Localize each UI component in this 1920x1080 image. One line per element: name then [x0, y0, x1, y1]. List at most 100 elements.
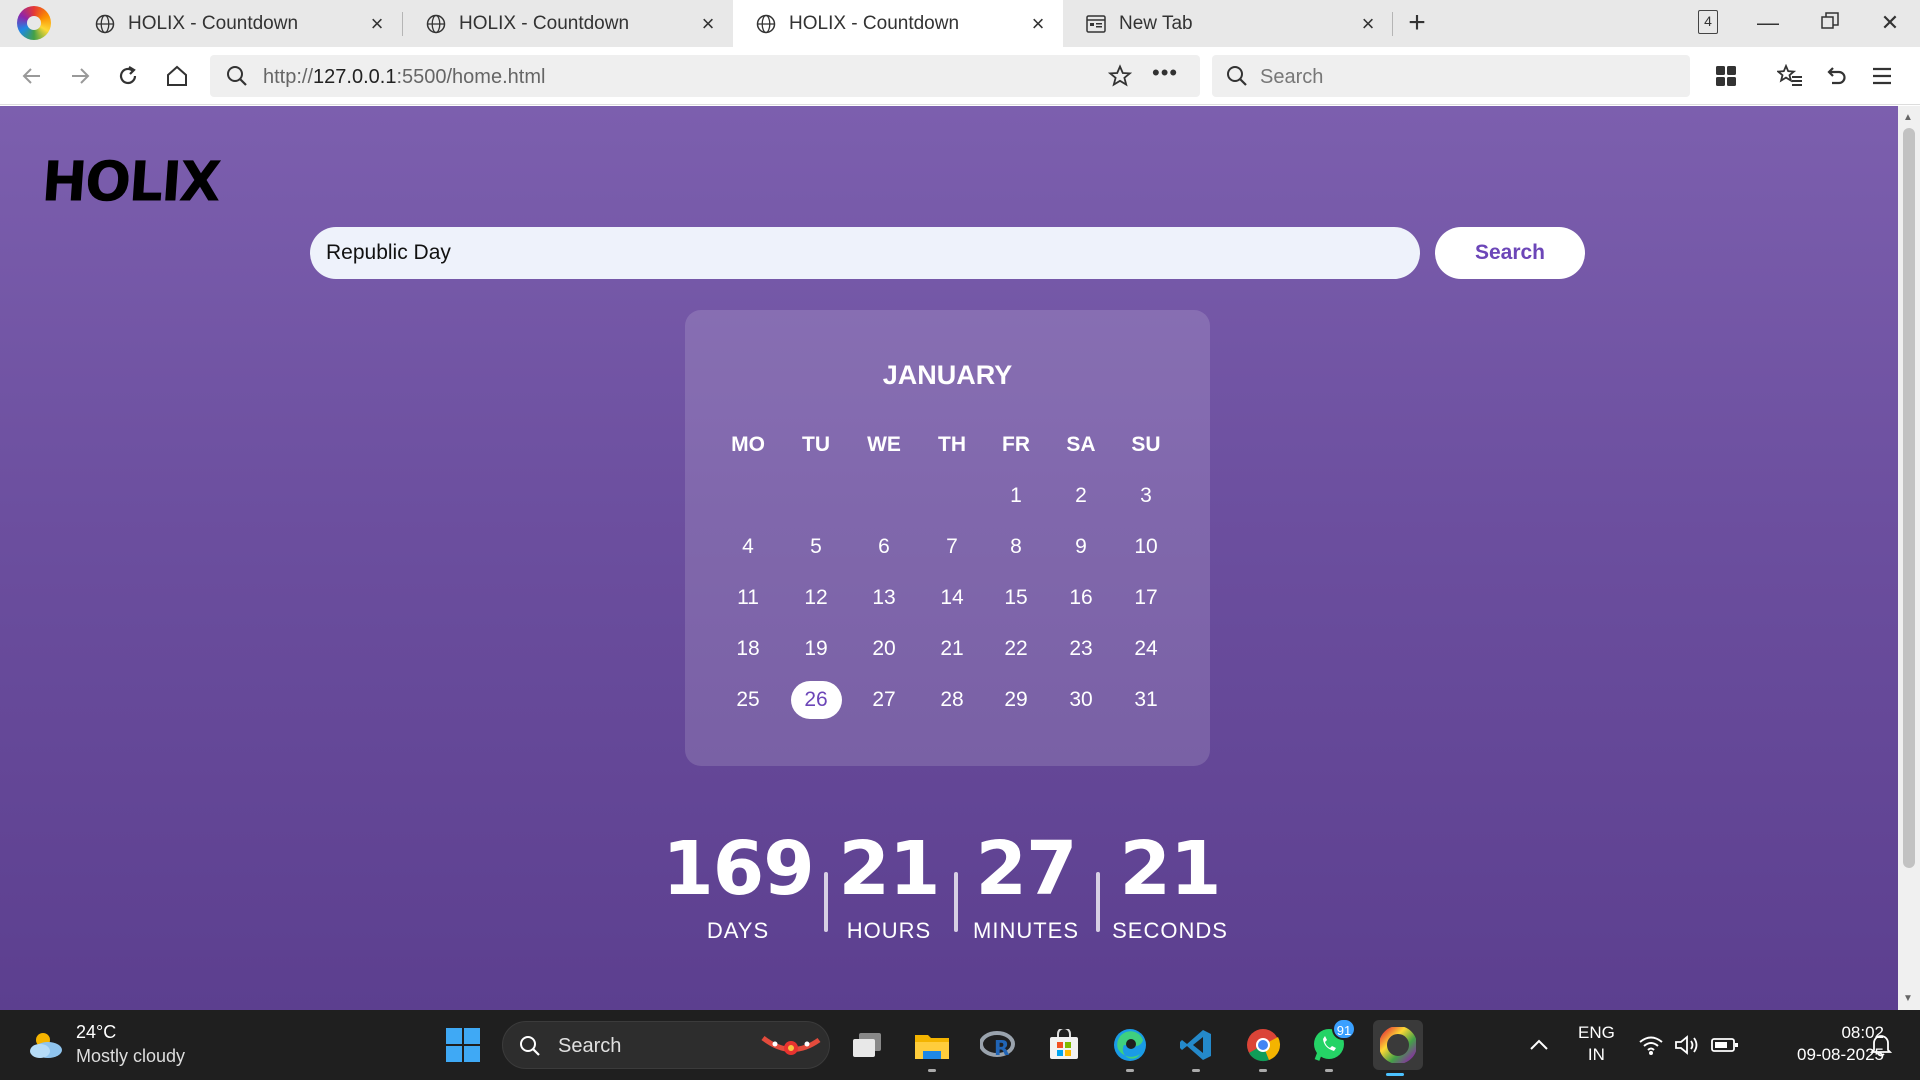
forward-icon[interactable]: [64, 60, 96, 92]
countdown-label: SECONDS: [1112, 918, 1228, 943]
close-tab-icon[interactable]: ×: [1357, 11, 1379, 36]
reload-icon[interactable]: [112, 60, 144, 92]
calendar-day[interactable]: 5: [784, 525, 848, 569]
task-view-icon[interactable]: [846, 1024, 888, 1066]
battery-icon[interactable]: [1704, 1024, 1746, 1066]
weather-description[interactable]: Mostly cloudy: [76, 1046, 185, 1067]
scroll-up-icon[interactable]: ▲: [1903, 112, 1913, 123]
bookmark-star-icon[interactable]: [1107, 64, 1133, 93]
rstudio-icon[interactable]: R: [977, 1024, 1019, 1066]
active-browser-app-icon[interactable]: [1373, 1020, 1423, 1076]
navigation-bar: http://127.0.0.1:5500/home.html ••• Sear…: [0, 47, 1920, 105]
favorites-list-icon[interactable]: [1774, 60, 1806, 92]
calendar-day[interactable]: 1: [984, 474, 1048, 518]
calendar-day[interactable]: 27: [852, 678, 916, 722]
browser-tab-1[interactable]: HOLIX - Countdown ×: [72, 0, 402, 47]
calendar-day[interactable]: 7: [920, 525, 984, 569]
calendar-day[interactable]: 24: [1114, 627, 1178, 671]
calendar-day-number: 15: [1004, 586, 1028, 609]
weather-temperature[interactable]: 24°C: [76, 1022, 116, 1043]
file-explorer-icon[interactable]: [911, 1024, 953, 1072]
countdown-days: 169 DAYS: [662, 826, 814, 944]
taskbar-search[interactable]: Search: [502, 1021, 830, 1069]
close-tab-icon[interactable]: ×: [697, 11, 719, 36]
new-tab-button[interactable]: +: [1401, 8, 1433, 40]
volume-icon[interactable]: [1666, 1024, 1708, 1066]
vscode-icon[interactable]: [1175, 1024, 1217, 1072]
calendar-day[interactable]: 11: [716, 576, 780, 620]
calendar-day[interactable]: 8: [984, 525, 1048, 569]
holix-logo[interactable]: HOLIX: [40, 149, 222, 213]
countdown-value: 27: [975, 826, 1078, 912]
minimize-icon[interactable]: —: [1748, 6, 1788, 40]
home-icon[interactable]: [161, 60, 193, 92]
page-scrollbar[interactable]: ▲ ▼: [1898, 106, 1920, 1010]
cloudy-weather-icon[interactable]: [26, 1030, 68, 1065]
calendar-day[interactable]: 14: [920, 576, 984, 620]
calendar-day[interactable]: 31: [1114, 678, 1178, 722]
calendar-day[interactable]: 25: [716, 678, 780, 722]
calendar-day[interactable]: 17: [1114, 576, 1178, 620]
calendar-day-number: 8: [1010, 535, 1022, 558]
calendar-day[interactable]: 22: [984, 627, 1048, 671]
calendar-day[interactable]: 16: [1049, 576, 1113, 620]
calendar-day[interactable]: 10: [1114, 525, 1178, 569]
windows-start-icon[interactable]: [442, 1024, 484, 1066]
calendar-day-number: 10: [1134, 535, 1158, 558]
browser-search-box[interactable]: Search: [1212, 55, 1690, 97]
region-code: IN: [1587, 1045, 1605, 1064]
event-search-input[interactable]: [310, 227, 1420, 279]
browser-tab-3-active[interactable]: HOLIX - Countdown ×: [733, 0, 1063, 47]
close-tab-icon[interactable]: ×: [1027, 11, 1049, 36]
calendar-day[interactable]: 12: [784, 576, 848, 620]
calendar-day[interactable]: 4: [716, 525, 780, 569]
weekday-header: WE: [867, 433, 901, 456]
calendar-day[interactable]: 6: [852, 525, 916, 569]
browser-logo-icon[interactable]: [17, 6, 51, 40]
scroll-down-icon[interactable]: ▼: [1903, 993, 1913, 1004]
back-icon[interactable]: [16, 60, 48, 92]
more-options-icon[interactable]: •••: [1152, 60, 1178, 86]
calendar-day-number: 16: [1069, 586, 1093, 609]
language-indicator[interactable]: ENG IN: [1578, 1022, 1615, 1066]
browser-tab-4[interactable]: New Tab ×: [1063, 0, 1393, 47]
calendar-day[interactable]: 15: [984, 576, 1048, 620]
address-bar[interactable]: http://127.0.0.1:5500/home.html •••: [210, 55, 1200, 97]
calendar-day-number: 12: [804, 586, 828, 609]
calendar-month: JANUARY: [882, 360, 1013, 390]
restore-icon[interactable]: [1810, 6, 1850, 40]
calendar-day-number: 22: [1004, 637, 1028, 660]
calendar-day[interactable]: 20: [852, 627, 916, 671]
calendar-day[interactable]: 2: [1049, 474, 1113, 518]
calendar-day[interactable]: 3: [1114, 474, 1178, 518]
menu-icon[interactable]: [1866, 60, 1898, 92]
scrollbar-thumb[interactable]: [1903, 128, 1915, 868]
calendar-day[interactable]: 23: [1049, 627, 1113, 671]
calendar-day[interactable]: 19: [784, 627, 848, 671]
undo-icon[interactable]: [1820, 60, 1852, 92]
calendar-day[interactable]: 30: [1049, 678, 1113, 722]
chrome-icon[interactable]: [1242, 1024, 1284, 1072]
calendar-day[interactable]: 28: [920, 678, 984, 722]
weekday-header: SA: [1066, 433, 1096, 456]
calendar-day[interactable]: 18: [716, 627, 780, 671]
calendar-day-number: 25: [736, 688, 760, 711]
whatsapp-icon[interactable]: 91: [1308, 1018, 1356, 1072]
apps-grid-icon[interactable]: [1710, 60, 1742, 92]
calendar-day-selected[interactable]: 26: [784, 678, 848, 722]
edge-browser-icon[interactable]: [1109, 1024, 1151, 1072]
calendar-day[interactable]: 21: [920, 627, 984, 671]
url-path: :5500/home.html: [396, 66, 546, 88]
tab-count-button[interactable]: 4: [1698, 10, 1718, 34]
notification-bell-icon[interactable]: [1860, 1024, 1902, 1066]
chevron-up-icon[interactable]: [1518, 1024, 1560, 1066]
calendar-day[interactable]: 9: [1049, 525, 1113, 569]
close-window-icon[interactable]: ✕: [1870, 6, 1910, 40]
calendar-day[interactable]: 29: [984, 678, 1048, 722]
language-code: ENG: [1578, 1023, 1615, 1042]
microsoft-store-icon[interactable]: [1043, 1024, 1085, 1066]
search-button[interactable]: Search: [1435, 227, 1585, 279]
close-tab-icon[interactable]: ×: [366, 11, 388, 36]
browser-tab-2[interactable]: HOLIX - Countdown ×: [403, 0, 733, 47]
calendar-day[interactable]: 13: [852, 576, 916, 620]
